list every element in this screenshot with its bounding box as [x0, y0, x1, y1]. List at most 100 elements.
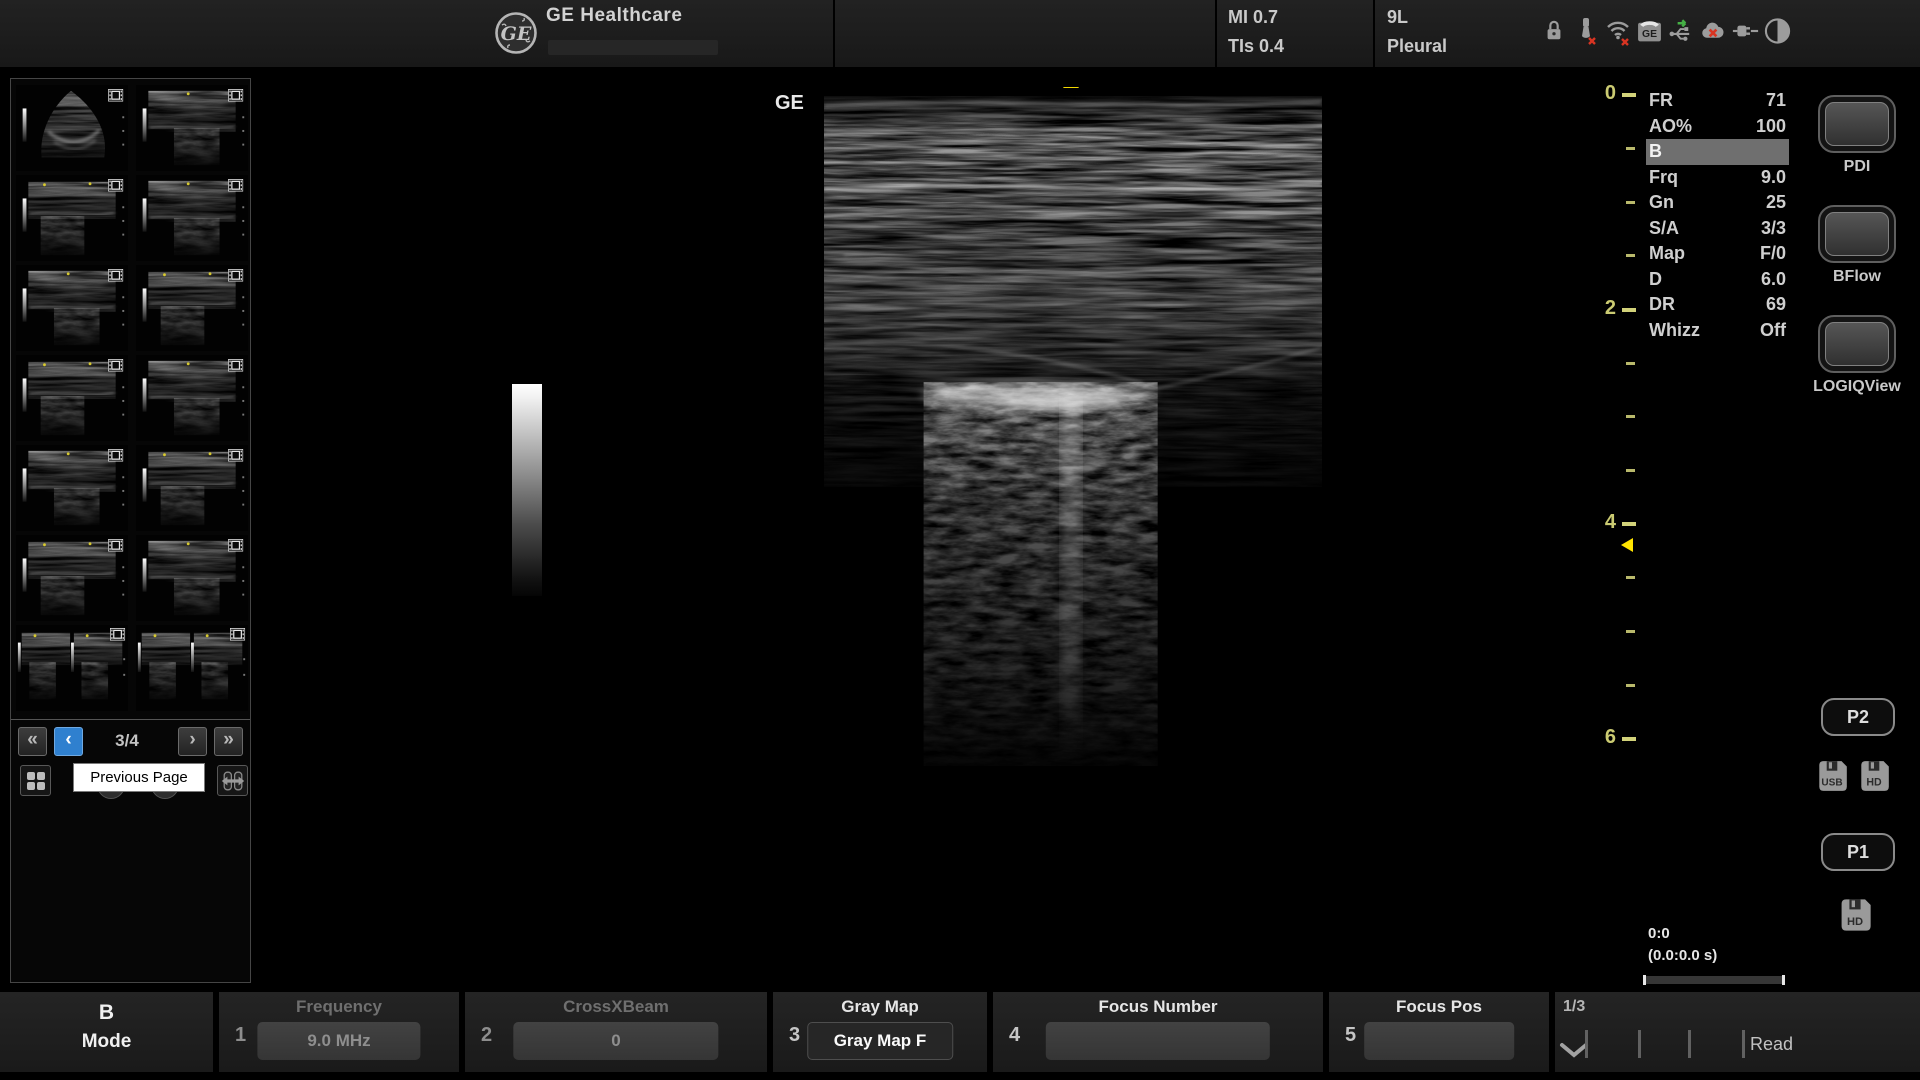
thumbnail[interactable] — [16, 265, 128, 351]
logiqview-button[interactable] — [1818, 315, 1896, 373]
thumbnail[interactable] — [16, 445, 128, 531]
cloud-error-icon — [1700, 15, 1727, 47]
compare-icon — [221, 769, 245, 793]
thumbnail[interactable] — [16, 355, 128, 441]
soft-control-frequency: 1Frequency9.0 MHz — [219, 992, 459, 1072]
last-page-button[interactable]: » — [214, 727, 243, 756]
depth-label: 6 — [1592, 726, 1616, 749]
mi-readout: MI 0.7 — [1228, 7, 1278, 28]
thumbnail[interactable] — [16, 85, 128, 171]
ultrasound-image — [824, 88, 1322, 766]
rotary-tick — [1585, 1030, 1588, 1058]
cine-timer: 0:0 — [1648, 925, 1670, 942]
bflow-label: BFlow — [1778, 268, 1920, 286]
depth-tick-minor — [1626, 254, 1635, 257]
soft-control-value[interactable]: 0 — [513, 1022, 718, 1060]
ge-logo: GE — [494, 11, 538, 55]
param-row: DR69 — [1646, 292, 1789, 318]
first-page-button[interactable]: « — [18, 727, 47, 756]
thumbnail[interactable] — [136, 625, 248, 711]
depth-tick-minor — [1626, 147, 1635, 150]
soft-control-value[interactable] — [1364, 1022, 1514, 1060]
param-row: MapF/0 — [1646, 241, 1789, 267]
soft-control-value[interactable]: 9.0 MHz — [257, 1022, 420, 1060]
compare-view-button[interactable] — [217, 765, 248, 796]
thumbnail[interactable] — [16, 625, 128, 711]
save-usb-icon[interactable]: USB — [1814, 758, 1850, 794]
p2-button[interactable]: P2 — [1821, 698, 1895, 736]
tooltip: Previous Page — [73, 763, 205, 792]
probe-name: 9L — [1387, 7, 1408, 28]
softmenu-page-indicator: 1/3 — [1563, 998, 1585, 1016]
tis-readout: TIs 0.4 — [1228, 36, 1284, 57]
grid-icon — [25, 770, 47, 792]
grid-view-button[interactable] — [20, 765, 51, 796]
lock-icon — [1540, 15, 1567, 47]
param-row: D6.0 — [1646, 267, 1789, 293]
brand-title: GE Healthcare — [546, 5, 682, 27]
soft-control-gray-map: 3Gray MapGray Map F — [773, 992, 987, 1072]
depth-tick-minor — [1626, 630, 1635, 633]
sidebar-toolbar: Previous Page — [11, 765, 250, 799]
depth-ruler: 0 2 4 6 — [1592, 0, 1644, 1080]
depth-tick-minor — [1626, 576, 1635, 579]
power-plug-icon — [1732, 15, 1759, 47]
svg-text:HD: HD — [1847, 916, 1863, 928]
redacted-text — [548, 40, 718, 55]
preset-name: Pleural — [1387, 36, 1447, 57]
param-row: WhizzOff — [1646, 318, 1789, 344]
depth-tick-minor — [1626, 415, 1635, 418]
param-row: AO%100 — [1646, 114, 1789, 140]
p1-button[interactable]: P1 — [1821, 833, 1895, 871]
cine-progress-bar[interactable] — [1643, 976, 1785, 984]
param-row: B — [1646, 139, 1789, 165]
next-page-button[interactable]: › — [178, 727, 207, 756]
ultrasound-screen: GE GE Healthcare MI 0.7 TIs 0.4 9L Pleur… — [0, 0, 1920, 1080]
prev-page-button[interactable]: ‹ — [54, 727, 83, 756]
depth-tick-minor — [1626, 469, 1635, 472]
save-hd-icon[interactable]: HD — [1856, 758, 1892, 794]
depth-tick-major — [1622, 522, 1636, 526]
rotary-tick — [1688, 1030, 1691, 1058]
thumbnail[interactable] — [136, 535, 248, 621]
divider — [1373, 0, 1375, 67]
contrast-icon — [1764, 15, 1791, 47]
grayscale-bar — [512, 384, 542, 596]
page-indicator: 3/4 — [83, 731, 171, 751]
depth-label: 4 — [1592, 511, 1616, 534]
depth-label: 0 — [1592, 82, 1616, 105]
param-row: FR71 — [1646, 88, 1789, 114]
param-row: S/A3/3 — [1646, 216, 1789, 242]
cine-timer-detail: (0.0:0.0 s) — [1648, 947, 1717, 964]
divider — [1215, 0, 1217, 67]
soft-control-value[interactable] — [1046, 1022, 1270, 1060]
depth-tick-minor — [1626, 362, 1635, 365]
depth-tick-major — [1622, 737, 1636, 741]
read-status: Read — [1750, 1034, 1793, 1055]
save-hd2-icon[interactable]: HD — [1836, 896, 1874, 934]
soft-control-value[interactable]: Gray Map F — [807, 1022, 953, 1060]
thumbnail[interactable] — [16, 175, 128, 261]
softmenu-bar: B Mode 1Frequency9.0 MHz2CrossXBeam03Gra… — [0, 992, 1920, 1072]
thumbnail[interactable] — [136, 85, 248, 171]
thumbnail[interactable] — [16, 535, 128, 621]
svg-text:GE: GE — [1642, 29, 1657, 40]
bflow-button[interactable] — [1818, 205, 1896, 263]
pdi-button[interactable] — [1818, 95, 1896, 153]
thumbnail[interactable] — [136, 445, 248, 531]
depth-label: 2 — [1592, 297, 1616, 320]
depth-tick-major — [1622, 308, 1636, 312]
param-row: Frq9.0 — [1646, 165, 1789, 191]
pdi-label: PDI — [1778, 158, 1920, 176]
thumbnail-pager: « ‹ 3/4 › » — [11, 719, 250, 762]
soft-control-focus-pos: 5Focus Pos — [1329, 992, 1549, 1072]
thumbnail[interactable] — [136, 175, 248, 261]
clipboard-sidebar: « ‹ 3/4 › » Previous Page — [10, 78, 251, 983]
soft-control-focus-number: 4Focus Number — [993, 992, 1323, 1072]
thumbnail[interactable] — [136, 265, 248, 351]
divider — [833, 0, 835, 67]
mode-indicator: B Mode — [0, 992, 213, 1072]
rotary-tick — [1742, 1030, 1745, 1058]
svg-text:USB: USB — [1821, 778, 1842, 789]
thumbnail[interactable] — [136, 355, 248, 441]
